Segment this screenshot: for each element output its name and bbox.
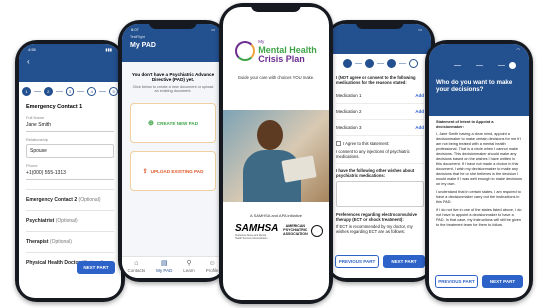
upload-existing-pad-button[interactable]: ⇪ UPLOAD EXISTING PAD [130,151,216,191]
phone-field[interactable]: +1(000) 555-1313 [26,168,114,180]
intro-body: Click below to create a new document or … [132,85,214,93]
medication-row[interactable]: Medication 2 Add [336,104,424,120]
prefs-intro: I have the following other wishes about … [336,168,415,179]
next-part-button[interactable]: NEXT PART [383,255,425,268]
status-time: 8:07 [131,27,139,32]
next-part-button[interactable]: NEXT PART [482,275,523,288]
upload-icon: ⇪ [142,168,148,175]
create-new-pad-button[interactable]: ⊕ CREATE NEW PAD [130,103,216,143]
phone-decisionmaker: ◠ Who do you want to make your decisions… [425,40,533,302]
other-states-note: If I do not live in one of the states li… [436,208,522,227]
apa-seal-icon [311,225,323,237]
prefs-textarea[interactable] [336,181,424,208]
medication-row[interactable]: Medication 1 Add [336,88,424,104]
agree-checkbox[interactable]: I Agree to this statement: [336,141,424,147]
medications-intro: I (NOT agree or consent to the following… [336,75,416,85]
previous-part-button[interactable]: PREVIOUS PART [435,275,478,288]
apa-logo: AMERICAN PSYCHIATRIC ASSOCIATION [283,224,308,237]
doc-icon: ▤ [160,260,168,267]
statement-text: I consent to any injections of psychiatr… [336,149,424,165]
progress-steps: 1 2 3 4 5 [19,82,121,101]
contact2-section[interactable]: Emergency Contact 2 (Optional) [26,189,114,210]
brand-circle-icon [235,40,256,61]
phone-splash: My Mental Health Crisis Plan Guide your … [219,3,333,304]
checkbox-icon [336,141,341,147]
step-5[interactable]: 5 [109,87,119,96]
wifi-icon: ◠ [516,47,521,52]
phone-emergency-contacts: 4:55 ▮▮▮ ‹ 1 2 3 4 5 Emergency Contact 1 … [15,40,125,302]
plus-icon: ⊕ [147,120,154,127]
status-time: 4:55 [28,47,36,52]
battery-icon: ▭ [418,27,422,32]
samhsa-logo: SAMHSA Substance Abuse and Mental Health… [235,223,279,240]
step-3[interactable]: 3 [65,87,75,96]
states-note: I understand that in certain states, I a… [436,190,521,204]
ect-body: If ECT is recommended by my doctor, my w… [336,224,413,235]
tab-contacts[interactable]: ⌂ Contacts [127,260,145,273]
battery-icon: ▭ [211,27,215,32]
person-icon: ☺ [208,260,216,267]
tab-my-pad[interactable]: ▤ My PAD [156,260,172,273]
psychiatrist-section[interactable]: Psychiatrist (Optional) [26,210,114,231]
back-button[interactable]: ‹ [19,57,121,66]
intro-title: You don't have a Psychiatric Advance Dir… [131,72,215,82]
page-title: Who do you want to make your decisions? [436,79,513,93]
page-title: My PAD [130,42,156,49]
medication-row[interactable]: Medication 3 Add [336,120,424,136]
previous-part-button[interactable]: PREVIOUS PART [335,255,379,268]
header-bar: ◠ Who do you want to make your decisions… [429,44,529,116]
app-showcase: 4:55 ▮▮▮ ‹ 1 2 3 4 5 Emergency Contact 1 … [0,0,550,308]
relationship-label: Relationship [26,137,49,142]
tab-learn[interactable]: ⚲ Learn [183,260,195,273]
header-bar: 8:07 ▭ TestFlight My PAD [122,24,224,62]
book-icon: ⚲ [186,260,192,267]
initiative-text: A SAMHSA and APA initiative [250,213,302,218]
relationship-select[interactable]: Spouse [26,144,114,158]
step-4[interactable]: 4 [87,87,97,96]
phone-my-pad: 8:07 ▭ TestFlight My PAD You don't have a… [118,20,228,282]
section-title: Emergency Contact 1 [26,104,83,110]
ect-title: Preferences regarding electroconvulsive … [336,212,417,223]
progress-steps [329,54,431,73]
signal-icon: ▮▮▮ [105,47,112,52]
tagline: Guide your care with choices YOU make. [237,74,315,80]
full-name-field[interactable]: Jane Smith [26,120,114,132]
bottom-tab-bar: ⌂ Contacts ▤ My PAD ⚲ Learn ☺ Profile [122,256,224,278]
phone-medications: ▭ I (NOT agree or consent to the followi… [325,20,435,282]
step-1[interactable]: 1 [22,87,31,96]
header-bar: 4:55 ▮▮▮ ‹ [19,44,121,82]
intent-subhead: Statement of Intent to Appoint a decisio… [436,120,494,129]
house-icon: ⌂ [134,260,139,267]
hero-photo [223,110,329,202]
brand-logo: My Mental Health Crisis Plan [223,7,329,66]
tab-profile[interactable]: ☺ Profile [206,260,219,273]
next-part-button[interactable]: NEXT PART [77,261,115,274]
testflight-back[interactable]: TestFlight [122,35,224,39]
intent-body: I, Jane Smith having a clear mind, appoi… [436,132,522,186]
step-2[interactable]: 2 [43,87,53,96]
therapist-section[interactable]: Therapist (Optional) [26,231,114,252]
